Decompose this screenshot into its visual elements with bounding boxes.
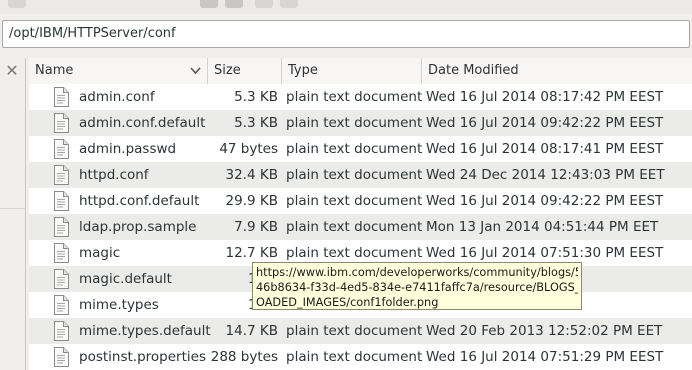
file-list-view: Name Size Type Date Modified admin.conf 5…: [29, 58, 692, 370]
toolbar-button[interactable]: [280, 0, 298, 8]
toolbar: [0, 0, 692, 14]
text-file-icon: [53, 191, 69, 211]
file-size: 5.3 KB: [234, 115, 278, 131]
location-bar[interactable]: /opt/IBM/HTTPServer/conf: [2, 20, 690, 48]
toolbar-button[interactable]: [200, 0, 218, 8]
file-row[interactable]: postinst.properties 288 bytes plain text d…: [29, 344, 692, 370]
column-header-date-label: Date Modified: [428, 63, 519, 78]
file-name: magic.default: [79, 271, 172, 287]
file-name: httpd.conf: [79, 167, 149, 183]
file-name: admin.conf: [79, 89, 155, 105]
file-type: plain text document: [286, 193, 423, 209]
side-panel: ✕: [0, 58, 26, 370]
file-date: Wed 16 Jul 2014 07:51:29 PM EEST: [426, 349, 664, 365]
text-file-icon: [53, 87, 69, 107]
file-name: ldap.prop.sample: [79, 219, 197, 235]
column-header-date[interactable]: Date Modified: [421, 58, 692, 84]
file-date: Wed 16 Jul 2014 09:42:22 PM EEST: [426, 193, 664, 209]
text-file-icon: [53, 295, 69, 315]
file-date: Mon 13 Jan 2014 04:51:44 PM EET: [426, 219, 659, 235]
file-name: postinst.properties: [79, 349, 206, 365]
file-size: 14.7 KB: [225, 323, 278, 339]
file-size: 29.9 KB: [225, 193, 278, 209]
file-name: magic: [79, 245, 121, 261]
file-row[interactable]: httpd.conf 32.4 KB plain text document Wed …: [29, 162, 692, 188]
file-type: plain text document: [286, 219, 423, 235]
tooltip: https://www.ibm.com/developerworks/commu…: [252, 262, 582, 310]
toolbar-button[interactable]: [255, 0, 273, 8]
file-name: mime.types: [79, 297, 159, 313]
file-size: 47 bytes: [219, 141, 278, 157]
file-row[interactable]: ldap.prop.sample 7.9 KB plain text documen…: [29, 214, 692, 240]
file-date: Wed 16 Jul 2014 09:42:22 PM EEST: [426, 115, 664, 131]
text-file-icon: [53, 113, 69, 133]
file-row[interactable]: admin.conf 5.3 KB plain text document Wed 1…: [29, 84, 692, 110]
file-type: plain text document: [286, 141, 423, 157]
column-header-type-label: Type: [288, 63, 318, 78]
text-file-icon: [53, 269, 69, 289]
column-header-name[interactable]: Name: [29, 58, 207, 84]
file-type: plain text document: [286, 323, 423, 339]
location-path: /opt/IBM/HTTPServer/conf: [9, 26, 176, 41]
toolbar-button[interactable]: [225, 0, 243, 8]
file-type: plain text document: [286, 89, 423, 105]
text-file-icon: [53, 243, 69, 263]
text-file-icon: [53, 347, 69, 367]
file-row[interactable]: admin.passwd 47 bytes plain text document W…: [29, 136, 692, 162]
file-date: Wed 16 Jul 2014 08:17:42 PM EEST: [426, 89, 664, 105]
file-date: Wed 24 Dec 2014 12:43:03 PM EET: [426, 167, 665, 183]
text-file-icon: [53, 165, 69, 185]
file-size: 5.3 KB: [234, 89, 278, 105]
file-row[interactable]: httpd.conf.default 29.9 KB plain text docu…: [29, 188, 692, 214]
text-file-icon: [53, 217, 69, 237]
text-file-icon: [53, 321, 69, 341]
file-name: httpd.conf.default: [79, 193, 200, 209]
column-header-type[interactable]: Type: [281, 58, 421, 84]
divider: [0, 208, 25, 209]
column-header-size-label: Size: [214, 63, 241, 78]
file-size: 288 bytes: [210, 349, 278, 365]
tooltip-line: OADED_IMAGES/conf1folder.png: [256, 296, 439, 309]
file-type: plain text document: [286, 115, 423, 131]
file-size: 7.9 KB: [234, 219, 278, 235]
column-header-row: Name Size Type Date Modified: [29, 58, 692, 85]
file-date: Wed 16 Jul 2014 08:17:41 PM EEST: [426, 141, 664, 157]
file-row[interactable]: mime.types.default 14.7 KB plain text docu…: [29, 318, 692, 344]
file-row[interactable]: admin.conf.default 5.3 KB plain text docum…: [29, 110, 692, 136]
tooltip-line: 46b8634-f33d-4ed5-834e-e7411faffc7a/reso…: [256, 281, 578, 294]
file-name: admin.passwd: [79, 141, 177, 157]
toolbar-button[interactable]: [8, 0, 26, 8]
file-type: plain text document: [286, 349, 423, 365]
file-size: 32.4 KB: [225, 167, 278, 183]
text-file-icon: [53, 139, 69, 159]
column-header-name-label: Name: [35, 63, 74, 78]
file-name: admin.conf.default: [79, 115, 206, 131]
close-icon[interactable]: ✕: [3, 62, 21, 80]
file-type: plain text document: [286, 167, 423, 183]
column-header-size[interactable]: Size: [207, 58, 281, 84]
tooltip-line: https://www.ibm.com/developerworks/commu…: [256, 266, 578, 279]
file-date: Wed 20 Feb 2013 12:52:02 PM EET: [426, 323, 663, 339]
file-name: mime.types.default: [79, 323, 211, 339]
